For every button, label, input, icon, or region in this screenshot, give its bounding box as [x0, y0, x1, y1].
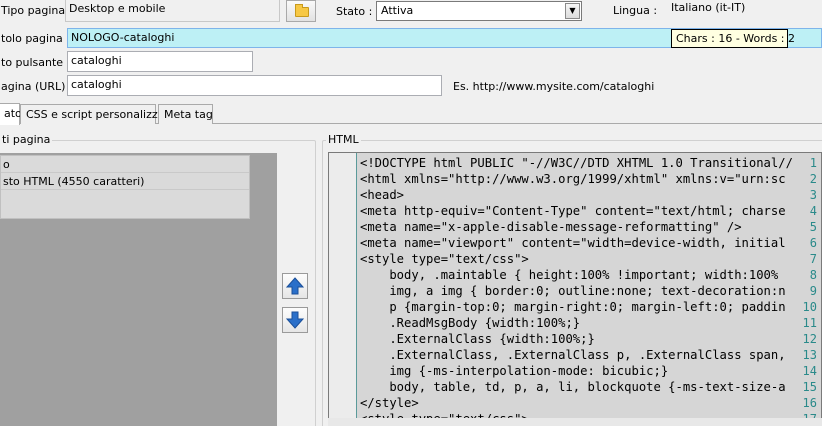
tipo-pagina-field: Desktop e mobile: [65, 0, 280, 22]
code-line[interactable]: img {-ms-interpolation-mode: bicubic;}: [360, 363, 668, 379]
code-line[interactable]: <style type="text/css">: [360, 251, 529, 267]
line-number: 6: [809, 236, 817, 250]
code-line[interactable]: <meta name="x-apple-disable-message-refo…: [360, 219, 742, 235]
line-number: 15: [802, 380, 817, 394]
arrow-down-icon: [286, 311, 304, 329]
line-number: 9: [809, 284, 817, 298]
folder-open-icon: [295, 4, 309, 17]
line-number: 16: [802, 396, 817, 410]
code-line[interactable]: </style>: [360, 395, 419, 411]
html-group-title: HTML: [326, 133, 361, 146]
titolo-pagina-label: tolo pagina :: [1, 32, 71, 45]
move-down-button[interactable]: [282, 307, 308, 333]
tab-css-script[interactable]: CSS e script personalizzati: [20, 104, 172, 124]
chevron-down-icon[interactable]: ▼: [565, 3, 580, 19]
line-number: 7: [809, 252, 817, 266]
line-number: 5: [809, 220, 817, 234]
line-number: 2: [809, 172, 817, 186]
horizontal-scrollbar[interactable]: [328, 418, 822, 426]
url-label: agina (URL) :: [1, 80, 73, 93]
code-line[interactable]: <!DOCTYPE html PUBLIC "-//W3C//DTD XHTML…: [360, 155, 793, 171]
code-line[interactable]: p {margin-top:0; margin-right:0; margin-…: [360, 299, 785, 315]
lingua-value: Italiano (it-IT): [671, 1, 746, 14]
code-line[interactable]: <head>: [360, 187, 404, 203]
browse-button[interactable]: [286, 0, 316, 22]
line-number: 12: [802, 332, 817, 346]
stato-select[interactable]: Attiva ▼: [376, 1, 582, 21]
line-number: 1: [809, 156, 817, 170]
lingua-label: Lingua :: [613, 4, 658, 17]
tab-contenuto[interactable]: ato: [0, 103, 22, 125]
code-line[interactable]: img, a img { border:0; outline:none; tex…: [360, 283, 785, 299]
code-line[interactable]: .ReadMsgBody {width:100%;}: [360, 315, 580, 331]
url-input[interactable]: cataloghi: [67, 75, 442, 96]
testo-pulsante-label: to pulsante :: [1, 56, 71, 69]
move-up-button[interactable]: [282, 273, 308, 299]
tab-meta-tag[interactable]: Meta tag: [158, 104, 213, 124]
testo-pulsante-input[interactable]: cataloghi: [67, 51, 253, 72]
code-line[interactable]: body, table, td, p, a, li, blockquote {-…: [360, 379, 785, 395]
stato-selected-value: Attiva: [381, 4, 414, 17]
page-elements-title: ti pagina: [0, 133, 53, 146]
line-number: 11: [802, 316, 817, 330]
line-number: 8: [809, 268, 817, 282]
code-line[interactable]: body, .maintable { height:100% !importan…: [360, 267, 778, 283]
tipo-pagina-label: Tipo pagina :: [1, 4, 73, 17]
code-line[interactable]: .ExternalClass {width:100%;}: [360, 331, 594, 347]
code-line[interactable]: .ExternalClass, .ExternalClass p, .Exter…: [360, 347, 785, 363]
page-elements-list: o sto HTML (4550 caratteri): [0, 155, 250, 219]
line-number: 14: [802, 364, 817, 378]
list-item[interactable]: sto HTML (4550 caratteri): [1, 173, 249, 190]
line-number-gutter: [329, 153, 357, 425]
code-line[interactable]: <html xmlns="http://www.w3.org/1999/xhtm…: [360, 171, 786, 187]
page-elements-panel: o sto HTML (4550 caratteri): [0, 153, 277, 426]
list-item[interactable]: o: [1, 156, 249, 173]
url-example: Es. http://www.mysite.com/cataloghi: [453, 80, 655, 93]
code-line[interactable]: <meta name="viewport" content="width=dev…: [360, 235, 786, 251]
code-line[interactable]: <meta http-equiv="Content-Type" content=…: [360, 203, 786, 219]
line-number: 3: [809, 188, 817, 202]
line-number: 4: [809, 204, 817, 218]
line-number: 13: [802, 348, 817, 362]
html-code-editor[interactable]: 1 <!DOCTYPE html PUBLIC "-//W3C//DTD XHTM…: [328, 152, 822, 426]
arrow-up-icon: [286, 277, 304, 295]
stato-label: Stato :: [336, 5, 373, 18]
line-number: 10: [802, 300, 817, 314]
char-count-tooltip: Chars : 16 - Words : 2: [671, 29, 795, 48]
